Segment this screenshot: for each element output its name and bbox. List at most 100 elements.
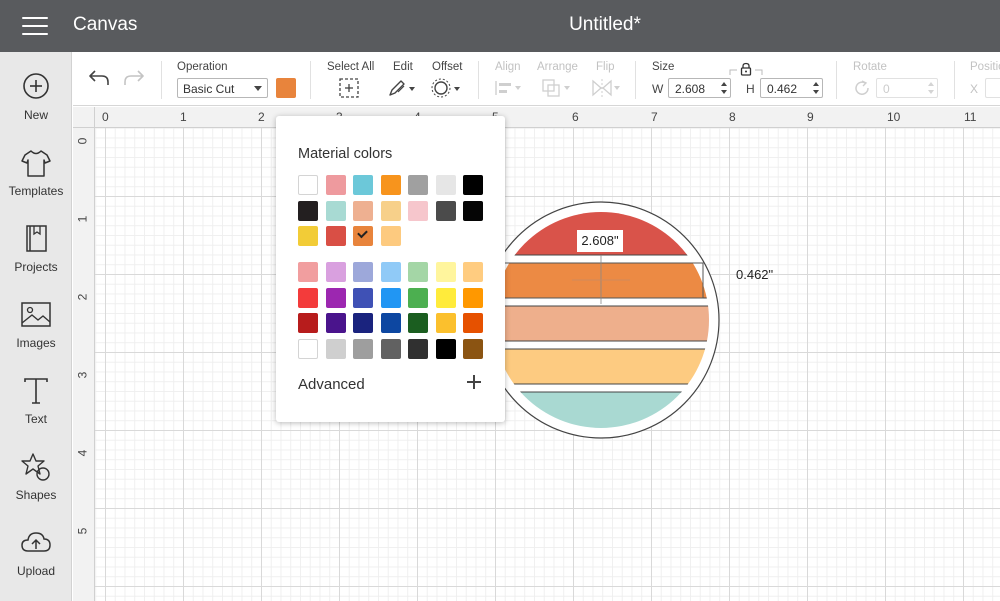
checkmark-icon — [357, 227, 368, 239]
ruler-tick-label: 8 — [729, 110, 736, 124]
height-input[interactable]: 0.462 — [760, 78, 823, 98]
color-swatch[interactable] — [298, 262, 318, 282]
color-swatch[interactable] — [408, 175, 428, 195]
color-swatch[interactable] — [463, 175, 483, 195]
design-stripe-peach[interactable] — [480, 305, 740, 342]
color-swatch[interactable] — [298, 226, 318, 246]
color-swatch[interactable] — [463, 262, 483, 282]
ruler-tick-label: 4 — [75, 449, 90, 457]
color-swatch[interactable] — [353, 262, 373, 282]
color-swatch[interactable] — [380, 338, 401, 359]
color-swatch[interactable] — [325, 226, 346, 246]
color-swatch[interactable] — [408, 338, 428, 359]
ruler-tick-label: 10 — [887, 110, 901, 124]
color-swatch[interactable] — [463, 338, 483, 359]
color-swatch[interactable] — [380, 175, 401, 195]
ruler-tick-label: 0 — [102, 110, 109, 124]
color-swatch[interactable] — [435, 338, 456, 359]
document-title[interactable]: Untitled* — [0, 14, 1000, 36]
width-input[interactable]: 2.608 — [668, 78, 731, 98]
color-swatch[interactable] — [380, 200, 401, 221]
toolbar-divider — [954, 61, 955, 99]
color-swatch[interactable] — [325, 175, 346, 195]
rotate-icon[interactable] — [853, 79, 871, 97]
color-swatch[interactable] — [325, 262, 346, 282]
color-swatch[interactable] — [463, 200, 483, 221]
sidebar-item-images[interactable]: Images — [0, 298, 72, 350]
sidebar-item-projects[interactable]: Projects — [0, 222, 72, 274]
color-swatch[interactable] — [353, 338, 373, 359]
color-swatch[interactable] — [380, 287, 401, 308]
height-dimension-readout: 0.462" — [736, 267, 774, 282]
book-icon — [26, 225, 47, 252]
color-swatch[interactable] — [298, 175, 318, 195]
color-swatch[interactable] — [353, 226, 373, 246]
align-icon[interactable] — [494, 79, 524, 97]
color-swatch[interactable] — [380, 226, 401, 246]
color-swatch[interactable] — [463, 313, 483, 333]
offset-label: Offset — [432, 61, 463, 73]
redo-icon[interactable] — [122, 68, 146, 88]
color-swatch[interactable] — [435, 287, 456, 308]
color-swatch[interactable] — [380, 313, 401, 333]
material-color-button[interactable] — [276, 78, 296, 98]
ruler-tick-label: 2 — [258, 110, 265, 124]
toolbar-divider — [310, 61, 311, 99]
ruler-corner — [73, 107, 95, 128]
sidebar-item-templates[interactable]: Templates — [0, 146, 72, 198]
rotate-input[interactable]: 0 — [876, 78, 938, 98]
color-swatch[interactable] — [435, 313, 456, 333]
color-swatch[interactable] — [325, 338, 346, 359]
color-swatch[interactable] — [353, 287, 373, 308]
color-swatch[interactable] — [325, 287, 346, 308]
ruler-vertical: 0 1 2 3 4 5 — [73, 128, 95, 601]
ruler-horizontal: 0 1 2 3 4 5 6 7 8 9 10 11 — [73, 107, 1000, 128]
toolbar-divider — [836, 61, 837, 99]
color-swatch[interactable] — [380, 262, 401, 282]
color-swatch[interactable] — [325, 200, 346, 221]
tshirt-icon — [21, 150, 51, 177]
flip-label: Flip — [596, 61, 615, 73]
color-swatch[interactable] — [435, 175, 456, 195]
plus-circle-icon — [23, 73, 49, 99]
sidebar-item-shapes[interactable]: Shapes — [0, 450, 72, 502]
sidebar-item-new[interactable]: New — [0, 70, 72, 122]
undo-icon[interactable] — [87, 68, 111, 88]
color-swatch[interactable] — [353, 200, 373, 221]
color-swatch[interactable] — [325, 313, 346, 333]
select-all-icon[interactable] — [338, 77, 360, 99]
color-swatch[interactable] — [408, 262, 428, 282]
color-swatch[interactable] — [298, 313, 318, 333]
color-swatch[interactable] — [435, 200, 456, 221]
color-swatch[interactable] — [408, 200, 428, 221]
sidebar-item-upload[interactable]: Upload — [0, 526, 72, 578]
width-value: 2.608 — [675, 82, 706, 96]
color-swatch[interactable] — [353, 313, 373, 333]
color-swatch[interactable] — [408, 287, 428, 308]
chevron-down-icon — [254, 86, 262, 91]
offset-icon[interactable] — [431, 78, 463, 98]
height-stepper-icon[interactable] — [813, 82, 819, 94]
flip-icon[interactable] — [590, 78, 622, 98]
image-icon — [21, 302, 51, 327]
rotate-stepper-icon[interactable] — [928, 82, 934, 94]
arrange-icon[interactable] — [541, 78, 573, 98]
position-x-input[interactable] — [985, 78, 1000, 98]
color-swatch[interactable] — [298, 338, 318, 359]
plus-icon[interactable] — [466, 374, 482, 390]
color-swatch[interactable] — [408, 313, 428, 333]
color-swatch[interactable] — [353, 175, 373, 195]
color-swatch[interactable] — [435, 262, 456, 282]
sidebar-item-text[interactable]: Text — [0, 374, 72, 426]
position-label: Positio — [970, 61, 1000, 73]
ruler-tick-label: 2 — [75, 293, 90, 301]
ruler-tick-label: 7 — [651, 110, 658, 124]
color-swatch[interactable] — [298, 200, 318, 221]
color-swatch[interactable] — [298, 287, 318, 308]
operation-select[interactable]: Basic Cut — [177, 78, 268, 98]
color-swatch[interactable] — [463, 287, 483, 308]
edit-icon[interactable] — [387, 78, 419, 98]
width-stepper-icon[interactable] — [721, 82, 727, 94]
edit-toolbar: Operation Basic Cut Select All Edit Offs… — [73, 52, 1000, 106]
advanced-label[interactable]: Advanced — [298, 376, 365, 393]
